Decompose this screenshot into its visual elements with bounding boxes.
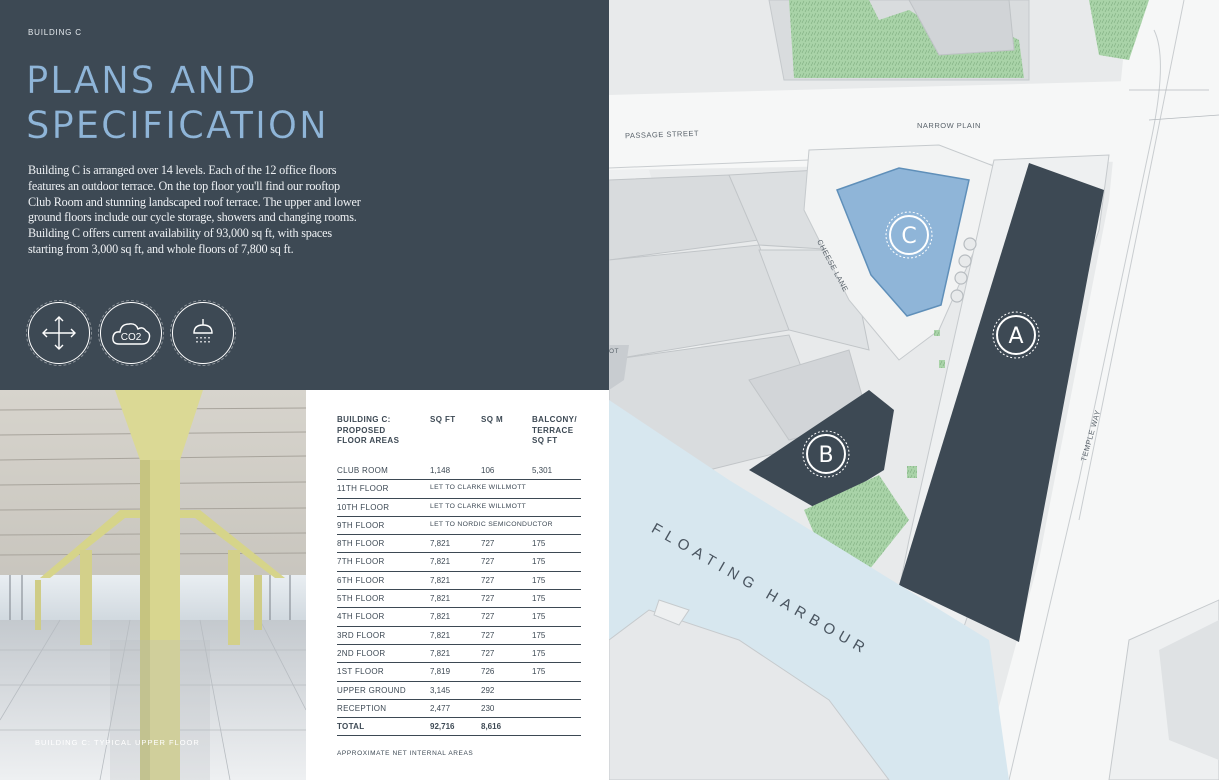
sqm-value: 292 <box>481 685 495 695</box>
floor-area-table: BUILDING C: PROPOSED FLOOR AREAS SQ FT S… <box>306 390 609 780</box>
terrace-value: 175 <box>532 575 546 585</box>
terrace-value: 175 <box>532 594 546 604</box>
eyebrow-label: BUILDING C <box>28 28 82 37</box>
floor-name: 1ST FLOOR <box>337 667 385 677</box>
floor-name: TOTAL <box>337 722 365 732</box>
table-row: 11TH FLOOR LET TO CLARKE WILLMOTT <box>337 480 581 499</box>
floor-name: RECEPTION <box>337 703 387 713</box>
floor-name: 11TH FLOOR <box>337 484 389 494</box>
building-c-marker: C <box>901 224 916 249</box>
floor-name: 7TH FLOOR <box>337 557 385 567</box>
table-row: 1ST FLOOR 7,819 726 175 <box>337 663 581 682</box>
tenant-note: LET TO CLARKE WILLMOTT <box>430 484 527 492</box>
table-row: CLUB ROOM 1,148 106 5,301 <box>337 462 581 481</box>
shower-icon <box>170 300 236 366</box>
sqft-value: 7,821 <box>430 612 451 622</box>
floor-name: 10TH FLOOR <box>337 502 390 512</box>
sqm-value: 727 <box>481 594 495 604</box>
table-row: UPPER GROUND 3,145 292 <box>337 682 581 700</box>
terrace-value: 175 <box>532 630 546 640</box>
sqft-value: 2,477 <box>430 703 451 713</box>
sqm-value: 726 <box>481 667 495 677</box>
sqft-value: 7,821 <box>430 557 451 567</box>
table-row: 3RD FLOOR 7,821 727 175 <box>337 627 581 645</box>
sqm-value: 727 <box>481 575 495 585</box>
table-row: 7TH FLOOR 7,821 727 175 <box>337 553 581 572</box>
intro-paragraph: Building C is arranged over 14 levels. E… <box>28 163 361 256</box>
header-floor: BUILDING C: PROPOSED FLOOR AREAS <box>337 415 400 445</box>
sqm-value: 727 <box>481 648 495 658</box>
sqm-value: 727 <box>481 557 495 567</box>
building-b-marker: B <box>818 443 833 468</box>
header-sqft: SQ FT <box>430 415 456 424</box>
expand-arrows-icon <box>26 300 92 366</box>
table-row: 4TH FLOOR 7,821 727 175 <box>337 608 581 627</box>
label-narrow-plain: NARROW PLAIN <box>917 121 981 130</box>
table-header: BUILDING C: PROPOSED FLOOR AREAS SQ FT S… <box>337 415 581 467</box>
sqm-value: 727 <box>481 539 495 549</box>
terrace-value: 175 <box>532 667 546 677</box>
photo-caption: BUILDING C: TYPICAL UPPER FLOOR <box>35 738 200 747</box>
floor-name: 9TH FLOOR <box>337 520 385 530</box>
table-body: CLUB ROOM 1,148 106 5,301 11TH FLOOR LET TO C… <box>337 462 581 737</box>
floor-name: UPPER GROUND <box>337 685 406 695</box>
floor-name: 4TH FLOOR <box>337 612 385 622</box>
floor-name: 5TH FLOOR <box>337 594 385 604</box>
sqm-value: 8,616 <box>481 722 502 732</box>
table-row: TOTAL 92,716 8,616 <box>337 718 581 737</box>
interior-photo: BUILDING C: TYPICAL UPPER FLOOR <box>0 390 306 780</box>
table-row: 9TH FLOOR LET TO NORDIC SEMICONDUCTOR <box>337 517 581 536</box>
table-row: RECEPTION 2,477 230 <box>337 700 581 719</box>
table-row: 8TH FLOOR 7,821 727 175 <box>337 535 581 554</box>
table-row: 10TH FLOOR LET TO CLARKE WILLMOTT <box>337 499 581 517</box>
sqm-value: 727 <box>481 612 495 622</box>
terrace-value: 175 <box>532 612 546 622</box>
sqft-value: 92,716 <box>430 722 455 732</box>
tenant-note: LET TO NORDIC SEMICONDUCTOR <box>430 520 553 528</box>
floor-name: 3RD FLOOR <box>337 630 386 640</box>
terrace-value: 175 <box>532 539 546 549</box>
sqm-value: 230 <box>481 703 495 713</box>
floor-name: 8TH FLOOR <box>337 539 385 549</box>
tenant-note: LET TO CLARKE WILLMOTT <box>430 502 527 510</box>
sqft-value: 7,821 <box>430 594 451 604</box>
sqm-value: 727 <box>481 630 495 640</box>
table-footnote: APPROXIMATE NET INTERNAL AREAS <box>337 750 474 757</box>
building-a-marker: A <box>1008 324 1023 349</box>
label-fragment: OT <box>609 348 620 355</box>
sqft-value: 7,821 <box>430 648 451 658</box>
floor-name: 2ND FLOOR <box>337 648 386 658</box>
title-line-1: PLANS AND <box>26 59 258 102</box>
sqft-value: 7,819 <box>430 667 451 677</box>
table-row: 6TH FLOOR 7,821 727 175 <box>337 572 581 591</box>
header-sqm: SQ M <box>481 415 504 424</box>
sqft-value: 1,148 <box>430 466 451 475</box>
sqft-value: 7,821 <box>430 630 451 640</box>
header-terrace: BALCONY/ TERRACE SQ FT <box>532 415 577 445</box>
feature-icons: CO2 <box>26 300 236 366</box>
terrace-value: 175 <box>532 557 546 567</box>
terrace-value: 5,301 <box>532 466 553 475</box>
sqft-value: 3,145 <box>430 685 451 695</box>
intro-panel: BUILDING C PLANS AND SPECIFICATION Build… <box>0 0 609 390</box>
floor-name: 6TH FLOOR <box>337 575 385 585</box>
table-row: 5TH FLOOR 7,821 727 175 <box>337 590 581 609</box>
sqm-value: 106 <box>481 466 495 475</box>
title-line-2: SPECIFICATION <box>26 104 329 147</box>
table-row: 2ND FLOOR 7,821 727 175 <box>337 645 581 664</box>
sqft-value: 7,821 <box>430 575 451 585</box>
terrace-value: 175 <box>532 648 546 658</box>
page-title: PLANS AND SPECIFICATION <box>26 58 329 148</box>
site-map: C A B PASSAGE STREET NARROW PLAIN CHEESE… <box>609 0 1219 780</box>
co2-cloud-icon: CO2 <box>98 300 164 366</box>
floor-name: CLUB ROOM <box>337 466 389 475</box>
sqft-value: 7,821 <box>430 539 451 549</box>
co2-text: CO2 <box>121 332 142 343</box>
